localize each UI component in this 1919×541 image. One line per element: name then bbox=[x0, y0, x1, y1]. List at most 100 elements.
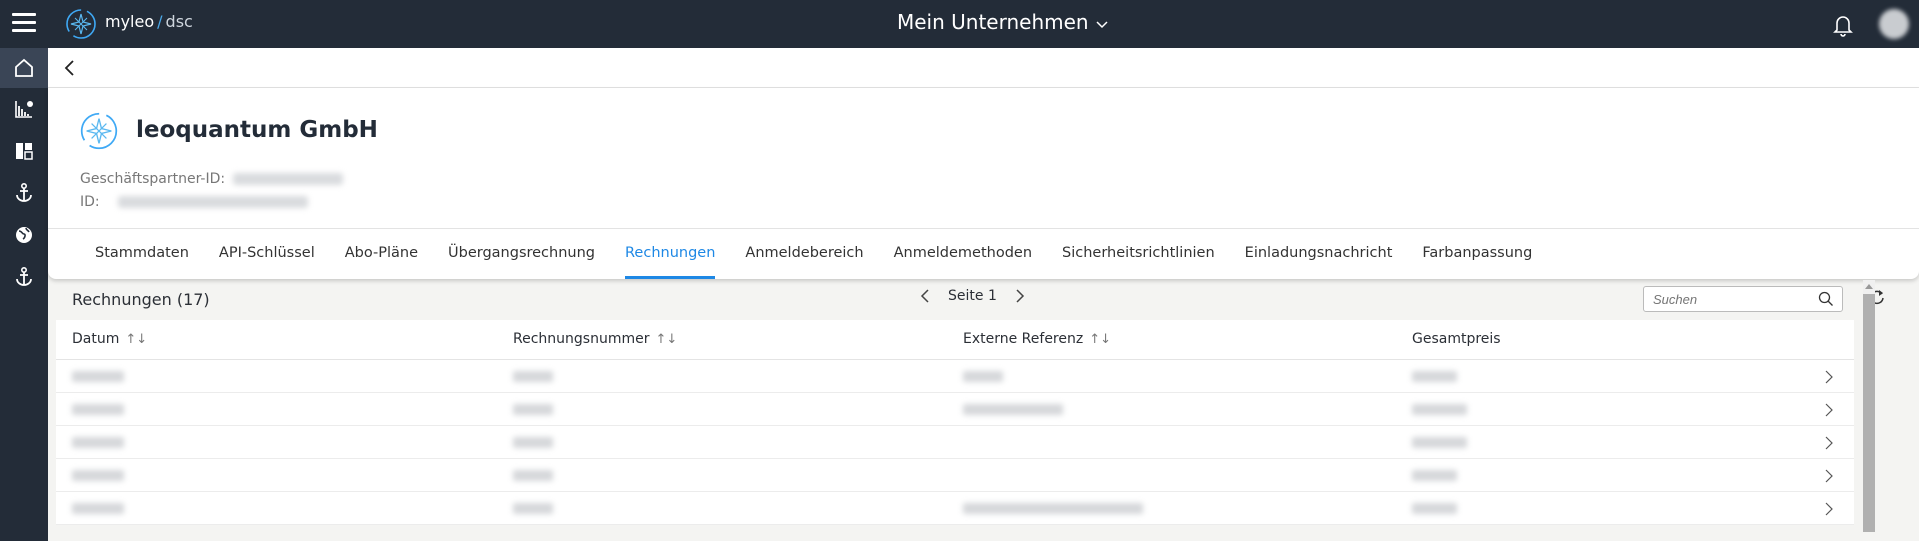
column-label: Rechnungsnummer bbox=[513, 331, 650, 347]
tab-rechnungen[interactable]: Rechnungen bbox=[610, 229, 730, 279]
brand-separator: / bbox=[157, 12, 163, 31]
sidebar-item-home[interactable] bbox=[0, 48, 48, 88]
tab-stammdaten[interactable]: Stammdaten bbox=[80, 229, 204, 279]
brand: myleo / dsc bbox=[105, 12, 193, 31]
chevron-right-icon[interactable] bbox=[1824, 501, 1834, 517]
sidebar-item-dashboard[interactable] bbox=[0, 130, 48, 172]
back-arrow-icon[interactable] bbox=[62, 58, 78, 78]
scrollbar[interactable] bbox=[1863, 280, 1875, 532]
scroll-up-arrow-icon[interactable] bbox=[1865, 284, 1873, 289]
invoices-table: Datum ↑↓ Rechnungsnummer ↑↓ Externe Refere… bbox=[56, 320, 1854, 525]
table-row[interactable] bbox=[56, 459, 1854, 492]
invoices-title: Rechnungen (17) bbox=[72, 290, 210, 309]
redacted-invoice-number bbox=[513, 503, 553, 514]
sort-icon: ↑↓ bbox=[1089, 332, 1112, 347]
search-input[interactable] bbox=[1644, 287, 1804, 311]
chevron-down-icon bbox=[1096, 20, 1108, 28]
redacted-total-price bbox=[1412, 404, 1467, 415]
brand-suffix: dsc bbox=[165, 12, 193, 31]
column-label: Gesamtpreis bbox=[1412, 331, 1501, 347]
partner-logo-icon bbox=[80, 112, 118, 150]
column-header-gesamtpreis: Gesamtpreis bbox=[1412, 331, 1501, 347]
redacted-external-reference bbox=[963, 404, 1063, 415]
avatar[interactable] bbox=[1879, 9, 1909, 39]
redacted-total-price bbox=[1412, 371, 1457, 382]
home-icon bbox=[15, 58, 33, 77]
search-box bbox=[1643, 286, 1843, 312]
table-row[interactable] bbox=[56, 360, 1854, 393]
globe-icon bbox=[16, 227, 32, 243]
sidebar-item-analytics[interactable] bbox=[0, 88, 48, 130]
column-header-rechnungsnummer[interactable]: Rechnungsnummer ↑↓ bbox=[513, 331, 677, 347]
redacted-date bbox=[72, 404, 124, 415]
search-icon[interactable] bbox=[1818, 291, 1834, 307]
table-row[interactable] bbox=[56, 426, 1854, 459]
redacted-total-price bbox=[1412, 470, 1457, 481]
column-header-externe-referenz[interactable]: Externe Referenz ↑↓ bbox=[963, 331, 1111, 347]
tab-abo-plaene[interactable]: Abo-Pläne bbox=[330, 229, 433, 279]
redacted-invoice-number bbox=[513, 404, 553, 415]
myleo-logo-icon bbox=[66, 9, 96, 39]
redacted-total-price bbox=[1412, 503, 1457, 514]
sort-icon: ↑↓ bbox=[125, 332, 148, 347]
next-page-button[interactable] bbox=[1015, 288, 1025, 304]
brand-name: myleo bbox=[105, 12, 155, 31]
redacted-date bbox=[72, 470, 124, 481]
redacted-external-reference bbox=[963, 503, 1143, 514]
chevron-right-icon[interactable] bbox=[1824, 369, 1834, 385]
tab-anmeldemethoden[interactable]: Anmeldemethoden bbox=[879, 229, 1047, 279]
menu-icon[interactable] bbox=[12, 13, 36, 33]
redacted-date bbox=[72, 437, 124, 448]
page-indicator: Seite 1 bbox=[948, 288, 997, 304]
company-name: Mein Unternehmen bbox=[897, 10, 1089, 34]
tab-einladungsnachricht[interactable]: Einladungsnachricht bbox=[1230, 229, 1408, 279]
redacted-value bbox=[117, 196, 308, 208]
partner-id-row: Geschäftspartner-ID: bbox=[80, 171, 344, 187]
redacted-invoice-number bbox=[513, 470, 553, 481]
redacted-date bbox=[72, 371, 124, 382]
pagination: Seite 1 bbox=[920, 288, 1025, 304]
id-row: ID: bbox=[80, 194, 308, 210]
sidebar-item-anchor[interactable] bbox=[0, 172, 48, 214]
table-row[interactable] bbox=[56, 393, 1854, 426]
prev-page-button[interactable] bbox=[920, 288, 930, 304]
chevron-right-icon[interactable] bbox=[1824, 435, 1834, 451]
tab-anmeldebereich[interactable]: Anmeldebereich bbox=[730, 229, 878, 279]
column-header-datum[interactable]: Datum ↑↓ bbox=[72, 331, 147, 347]
main-content: leoquantum GmbH Geschäftspartner-ID: ID:… bbox=[48, 48, 1919, 541]
chevron-right-icon[interactable] bbox=[1824, 402, 1834, 418]
tab-sicherheitsrichtlinien[interactable]: Sicherheitsrichtlinien bbox=[1047, 229, 1230, 279]
column-label: Datum bbox=[72, 331, 120, 347]
redacted-value bbox=[233, 173, 344, 185]
chevron-left-icon bbox=[920, 289, 929, 303]
dashboard-icon bbox=[16, 143, 33, 160]
tab-uebergangsrechnung[interactable]: Übergangsrechnung bbox=[433, 229, 610, 279]
redacted-external-reference bbox=[963, 371, 1003, 382]
tab-farbanpassung[interactable]: Farbanpassung bbox=[1407, 229, 1547, 279]
table-row[interactable] bbox=[56, 492, 1854, 525]
table-toolbar: Rechnungen (17) Seite 1 bbox=[56, 280, 1884, 320]
sidebar-item-anchor-2[interactable] bbox=[0, 256, 48, 298]
bell-icon[interactable] bbox=[1832, 13, 1854, 37]
tab-bar: Stammdaten API-Schlüssel Abo-Pläne Überg… bbox=[48, 228, 1919, 279]
chevron-right-icon[interactable] bbox=[1824, 468, 1834, 484]
column-label: Externe Referenz bbox=[963, 331, 1084, 347]
sidebar bbox=[0, 48, 48, 541]
tab-api-schluessel[interactable]: API-Schlüssel bbox=[204, 229, 330, 279]
sidebar-item-globe[interactable] bbox=[0, 214, 48, 256]
table-header: Datum ↑↓ Rechnungsnummer ↑↓ Externe Refere… bbox=[56, 320, 1854, 360]
anchor-icon bbox=[16, 266, 32, 286]
redacted-date bbox=[72, 503, 124, 514]
scrollbar-thumb[interactable] bbox=[1863, 294, 1875, 532]
redacted-total-price bbox=[1412, 437, 1467, 448]
partner-card: leoquantum GmbH Geschäftspartner-ID: ID:… bbox=[48, 88, 1919, 279]
sort-icon: ↑↓ bbox=[655, 332, 678, 347]
back-row bbox=[48, 48, 1919, 88]
analytics-icon bbox=[15, 101, 33, 118]
chevron-right-icon bbox=[1016, 289, 1024, 303]
partner-name: leoquantum GmbH bbox=[136, 117, 378, 143]
redacted-invoice-number bbox=[513, 371, 553, 382]
company-selector[interactable]: Mein Unternehmen bbox=[897, 10, 1109, 34]
redacted-invoice-number bbox=[513, 437, 553, 448]
id-label: ID: bbox=[80, 194, 100, 210]
